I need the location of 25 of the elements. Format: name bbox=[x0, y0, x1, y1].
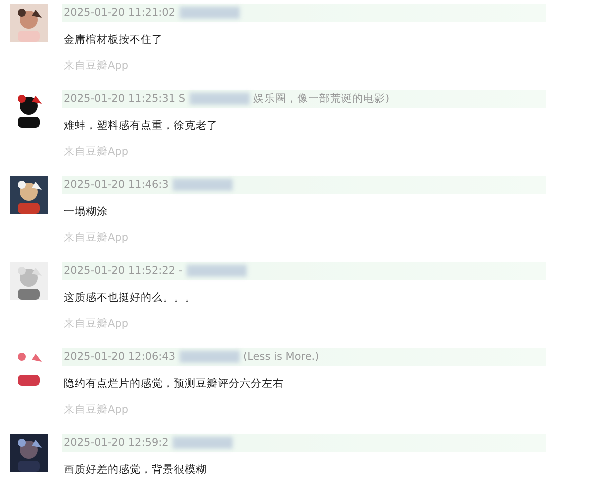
comment-time: 2025-01-20 12:59:2 bbox=[64, 437, 169, 449]
comment-text: 隐约有点烂片的感觉，预测豆瓣评分六分左右 bbox=[63, 377, 285, 391]
comment-time: 2025-01-20 11:52:22 - bbox=[64, 265, 183, 277]
comment-time: 2025-01-20 11:21:02 bbox=[64, 7, 176, 19]
comment-text: 难蚌，塑料感有点重，徐克老了 bbox=[63, 119, 219, 133]
comment-text: 金庸棺材板按不住了 bbox=[63, 33, 164, 47]
blurred-username bbox=[172, 179, 233, 191]
user-signature: (Less is More.) bbox=[244, 351, 320, 363]
comment-text: 这质感不也挺好的么。。。 bbox=[63, 291, 197, 305]
user-signature: 娱乐圈，像一部荒诞的电影) bbox=[254, 92, 390, 106]
comment-time: 2025-01-20 11:46:3 bbox=[64, 179, 169, 191]
comment-source: 来自豆瓣App bbox=[63, 403, 130, 417]
blurred-username bbox=[180, 351, 240, 363]
comment-source: 来自豆瓣App bbox=[63, 317, 130, 331]
blurred-username bbox=[172, 437, 233, 449]
blurred-username bbox=[180, 7, 240, 19]
comment-time: 2025-01-20 12:06:43 bbox=[64, 351, 176, 363]
blurred-username bbox=[190, 93, 250, 105]
comment-source: 来自豆瓣App bbox=[63, 145, 130, 159]
comment-source: 来自豆瓣App bbox=[63, 231, 130, 245]
comment-text: 一塌糊涂 bbox=[63, 205, 109, 219]
comment-source: 来自豆瓣App bbox=[63, 59, 130, 73]
blurred-username bbox=[186, 265, 247, 277]
comment-text: 画质好差的感觉，背景很模糊 bbox=[63, 463, 208, 477]
comment-time: 2025-01-20 11:25:31 S bbox=[64, 93, 186, 105]
